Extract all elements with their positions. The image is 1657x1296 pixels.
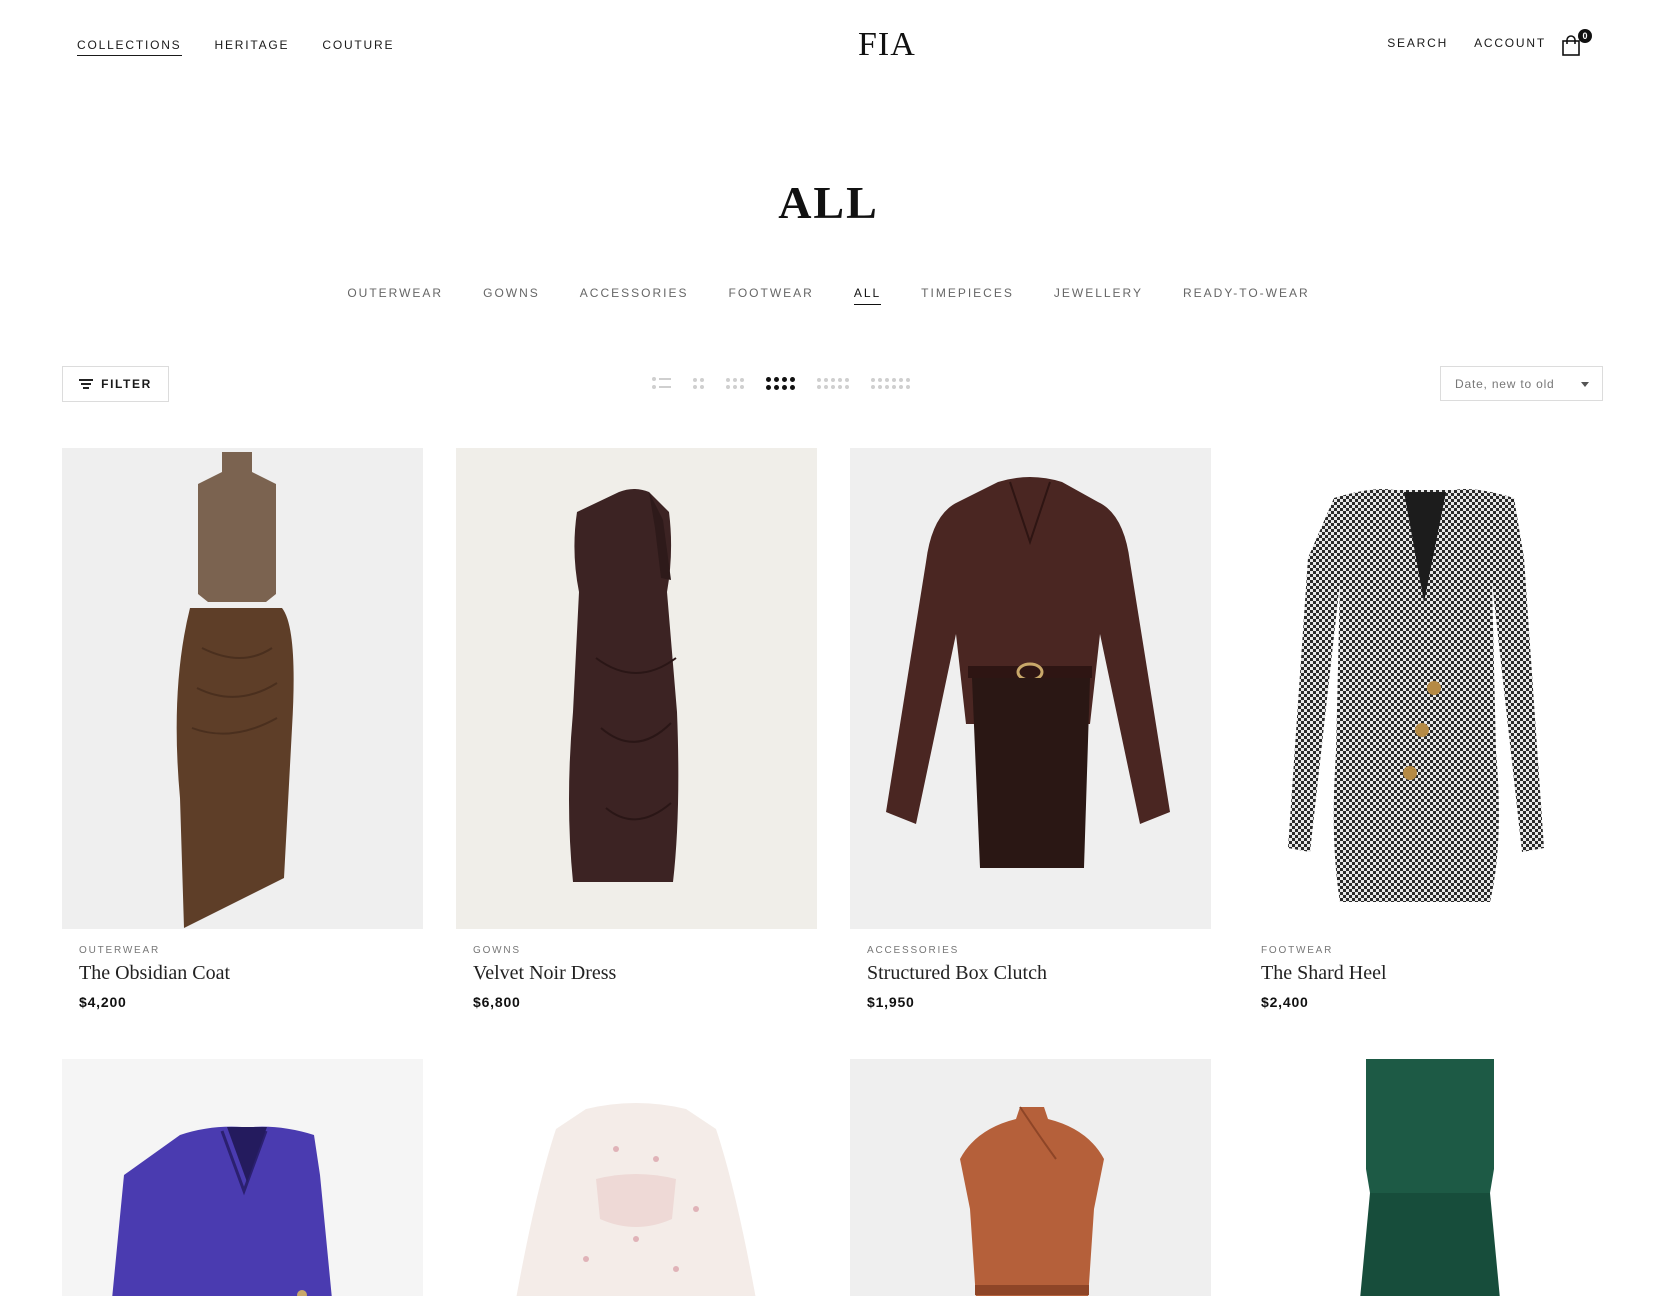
site-header: COLLECTIONS HERITAGE COUTURE FIA SEARCH … (0, 0, 1657, 92)
product-category: OUTERWEAR (79, 945, 161, 956)
product-card[interactable] (456, 1059, 817, 1296)
nav-search[interactable]: SEARCH (1387, 36, 1448, 53)
cart-button[interactable]: 0 (1561, 29, 1592, 57)
tab-ready-to-wear[interactable]: READY-TO-WEAR (1183, 286, 1310, 305)
layout-3-columns-option[interactable] (726, 377, 744, 389)
brand-logo[interactable]: FIA (858, 26, 916, 64)
layout-2-columns-option[interactable] (693, 377, 704, 389)
product-image[interactable] (456, 1059, 817, 1296)
utility-nav: SEARCH ACCOUNT (1387, 36, 1546, 53)
sort-select[interactable]: Date, new to old (1440, 366, 1603, 401)
grid-layout-switcher (652, 373, 910, 393)
product-image[interactable] (1244, 1059, 1605, 1296)
product-title[interactable]: Velvet Noir Dress (473, 962, 800, 985)
nav-heritage[interactable]: HERITAGE (215, 38, 290, 56)
nav-collections[interactable]: COLLECTIONS (77, 38, 182, 56)
product-price: $2,400 (1261, 994, 1309, 1010)
sort-value: Date, new to old (1455, 376, 1555, 391)
product-category: ACCESSORIES (867, 945, 960, 956)
primary-nav: COLLECTIONS HERITAGE COUTURE (77, 38, 394, 56)
layout-5-columns-option[interactable] (817, 377, 849, 389)
product-image[interactable] (456, 448, 817, 929)
tab-all[interactable]: ALL (853, 286, 882, 305)
product-title[interactable]: Structured Box Clutch (867, 962, 1194, 985)
tab-gowns[interactable]: GOWNS (483, 286, 540, 305)
filter-icon (79, 379, 94, 389)
product-title[interactable]: The Obsidian Coat (79, 962, 406, 985)
product-image[interactable] (62, 1059, 423, 1296)
page-title: ALL (778, 177, 879, 228)
tab-accessories[interactable]: ACCESSORIES (580, 286, 689, 305)
product-image[interactable] (62, 448, 423, 929)
product-grid: OUTERWEAR The Obsidian Coat $4,200 GOWNS… (62, 448, 1607, 1296)
product-title[interactable]: The Shard Heel (1261, 962, 1588, 985)
product-price: $4,200 (79, 994, 127, 1010)
layout-4-columns-option[interactable] (766, 376, 795, 390)
tab-jewellery[interactable]: JEWELLERY (1054, 286, 1143, 305)
product-image[interactable] (1244, 448, 1605, 929)
tab-outerwear[interactable]: OUTERWEAR (347, 286, 443, 305)
product-image[interactable] (850, 448, 1211, 929)
product-card[interactable] (62, 1059, 423, 1296)
tab-timepieces[interactable]: TIMEPIECES (921, 286, 1014, 305)
product-card[interactable]: ACCESSORIES Structured Box Clutch $1,950 (850, 448, 1211, 1059)
product-card[interactable] (850, 1059, 1211, 1296)
cart-count-badge: 0 (1578, 29, 1592, 43)
category-tabs: OUTERWEAR GOWNS ACCESSORIES FOOTWEAR ALL… (0, 286, 1657, 305)
product-category: GOWNS (473, 945, 521, 956)
product-price: $1,950 (867, 994, 915, 1010)
product-card[interactable]: FOOTWEAR The Shard Heel $2,400 (1244, 448, 1605, 1059)
chevron-down-icon (1581, 382, 1589, 387)
product-card[interactable]: GOWNS Velvet Noir Dress $6,800 (456, 448, 817, 1059)
tab-footwear[interactable]: FOOTWEAR (728, 286, 813, 305)
product-price: $6,800 (473, 994, 521, 1010)
product-image[interactable] (850, 1059, 1211, 1296)
product-category: FOOTWEAR (1261, 945, 1334, 956)
nav-account[interactable]: ACCOUNT (1474, 36, 1546, 53)
filter-button[interactable]: FILTER (62, 366, 169, 402)
nav-couture[interactable]: COUTURE (322, 38, 394, 56)
filter-label: FILTER (101, 377, 152, 391)
layout-list-option[interactable] (652, 377, 671, 389)
product-card[interactable] (1244, 1059, 1605, 1296)
layout-6-columns-option[interactable] (871, 377, 910, 389)
product-card[interactable]: OUTERWEAR The Obsidian Coat $4,200 (62, 448, 423, 1059)
